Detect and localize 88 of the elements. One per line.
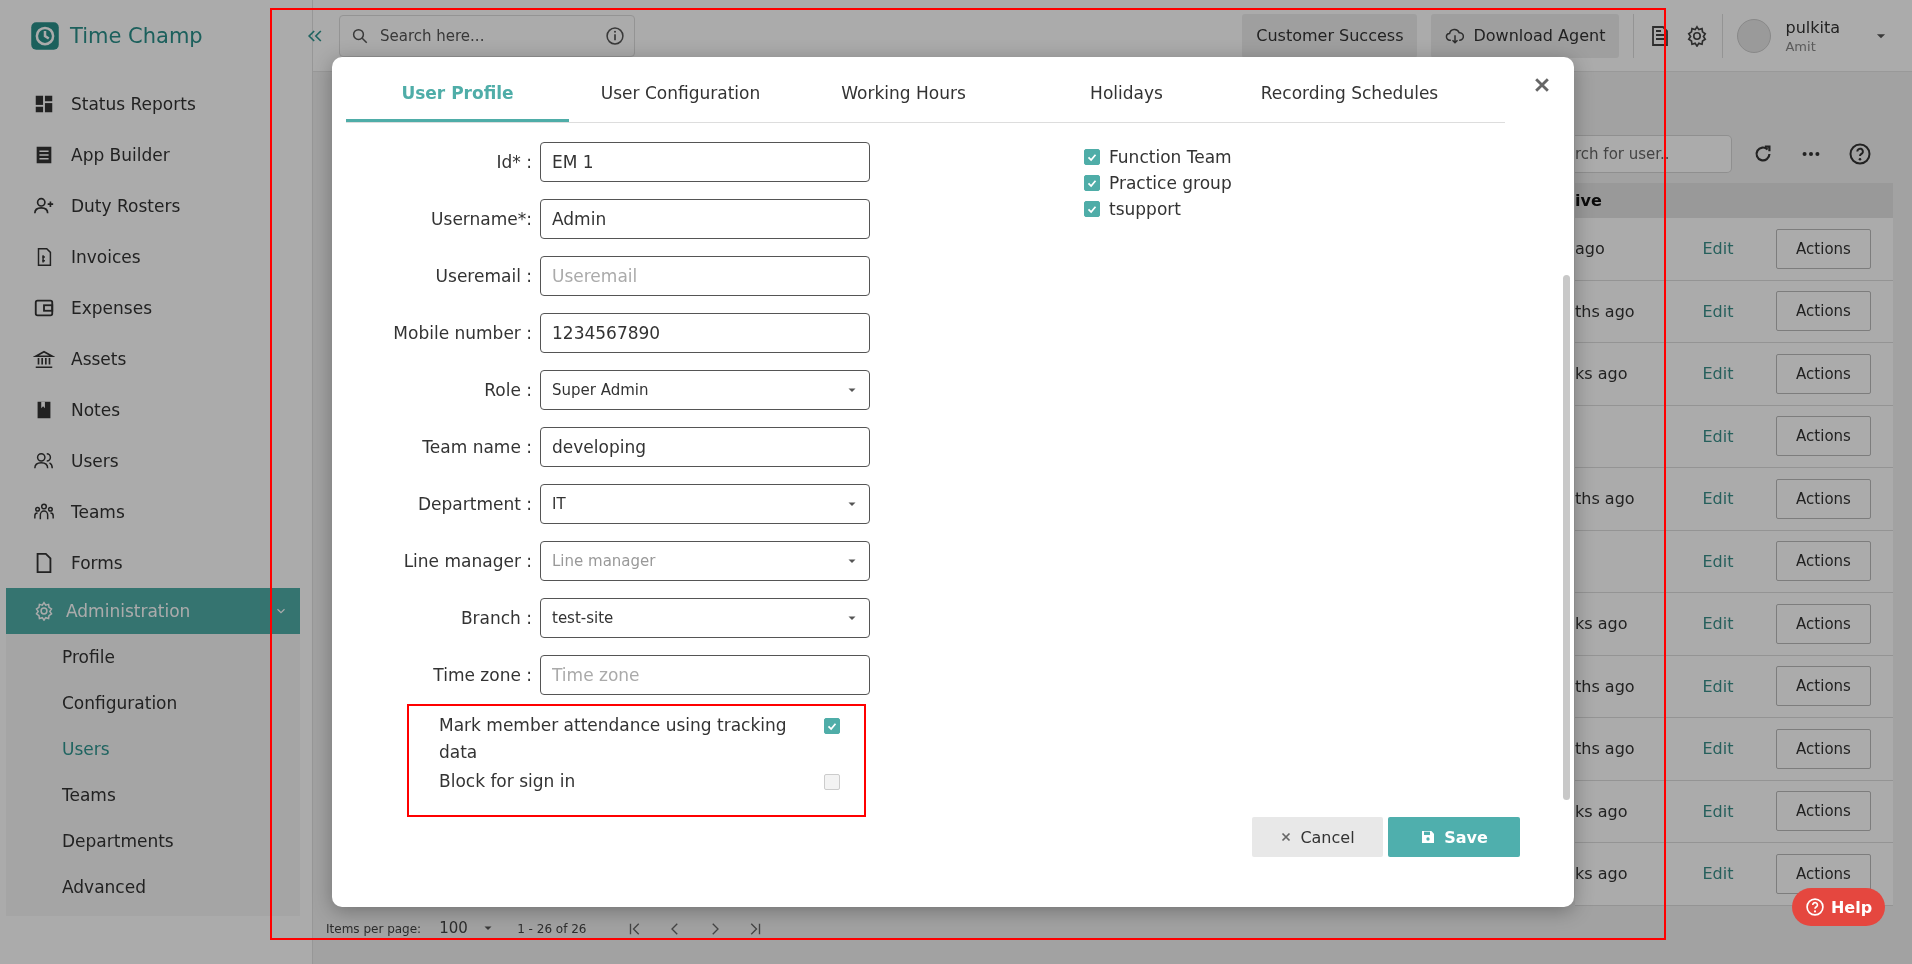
field-label: Team name : [421,437,532,457]
actions-button[interactable]: Actions [1776,416,1871,457]
checkbox[interactable] [1084,175,1100,191]
column-header: ive [1575,191,1602,210]
help-button[interactable]: Help [1792,888,1885,926]
checkbox-label: tsupport [1109,199,1181,219]
checkbox[interactable] [824,718,840,734]
dropdown[interactable]: Super Admin [540,370,870,410]
actions-button[interactable]: Actions [1776,291,1871,332]
submenu-item[interactable]: Profile [6,634,300,680]
table-cell: ths ago [1575,739,1635,759]
sidebar-item[interactable]: App Builder [0,129,312,180]
gear-icon [34,601,54,621]
actions-button[interactable]: Actions [1776,791,1871,832]
sidebar-item[interactable]: Forms [0,537,312,588]
field-label: Department : [417,494,532,514]
user-name: pulkita [1785,17,1840,37]
field-label: Role : [483,380,532,400]
table-cell: ths ago [1575,301,1635,321]
actions-button[interactable]: Actions [1776,353,1871,394]
input-field[interactable]: 1234567890 [540,313,870,353]
info-icon [605,25,625,46]
help-icon[interactable] [1848,142,1872,166]
actions-button[interactable]: Actions [1776,541,1871,582]
items-per-page-label: Items per page: [326,922,422,936]
sidebar-item[interactable]: Status Reports [0,78,312,129]
checkbox-label: Function Team [1109,147,1232,167]
checkbox[interactable] [1084,201,1100,217]
page-range: 1 - 26 of 26 [517,922,587,936]
tab[interactable]: Working Hours [792,57,1015,122]
table-cell: ths ago [1575,489,1635,509]
settings-icon[interactable] [1686,24,1709,47]
sidebar-item[interactable]: Teams [0,486,312,537]
input-field[interactable]: Useremail [540,256,870,296]
sidebar-item[interactable]: Assets [0,333,312,384]
field-label: Time zone : [432,665,532,685]
checkbox[interactable] [824,774,840,790]
checkbox-label: Practice group [1109,173,1232,193]
page-size-dropdown[interactable]: 100 [439,918,500,940]
field-label: Mobile number : [392,323,532,343]
table-cell: ks ago [1575,614,1628,634]
table-cell: ks ago [1575,364,1628,384]
sidebar-item[interactable]: Notes [0,384,312,435]
checkbox-label: Mark member attendance using tracking data [439,714,788,764]
checkbox-label: Block for sign in [439,770,577,793]
actions-button[interactable]: Actions [1776,228,1871,269]
tab[interactable]: Recording Schedules [1238,57,1461,122]
user-subtitle: Amit [1785,38,1817,54]
sidebar-item[interactable]: Duty Rosters [0,180,312,231]
input-field[interactable]: EM 1 [540,142,870,182]
dropdown[interactable]: IT [540,484,870,524]
search-field[interactable]: Search here... [339,14,635,57]
sidebar-item[interactable]: Expenses [0,282,312,333]
table-cell: ks ago [1575,864,1628,884]
table-cell: ago [1575,239,1605,259]
field-label: Useremail : [434,266,532,286]
brand-name: Time Champ [70,24,203,48]
submenu-item[interactable]: Departments [6,818,300,864]
clock-icon [30,21,60,51]
dropdown[interactable]: test-site [540,598,870,638]
tab[interactable]: Holidays [1015,57,1238,122]
sidebar-item[interactable]: Invoices [0,231,312,282]
input-field[interactable]: Time zone [540,655,870,695]
actions-button[interactable]: Actions [1776,666,1871,707]
field-label: Id* : [495,152,532,172]
help-icon [1804,897,1825,917]
search-icon [351,26,369,45]
submenu-item[interactable]: Advanced [6,864,300,910]
scrollbar[interactable] [1563,275,1570,800]
tab[interactable]: User Configuration [569,57,792,122]
field-label: Line manager : [402,551,532,571]
input-field[interactable]: Admin [540,199,870,239]
input-field[interactable]: developing [540,427,870,467]
cancel-button[interactable]: Cancel [1252,817,1383,857]
field-label: Username*: [430,209,532,229]
submenu-item[interactable]: Configuration [6,680,300,726]
actions-button[interactable]: Actions [1776,478,1871,519]
toolbar-button[interactable]: Customer Success [1242,13,1418,58]
table-cell: ths ago [1575,676,1635,696]
sidebar-item[interactable]: Users [0,435,312,486]
checkbox[interactable] [1084,149,1100,165]
actions-button[interactable]: Actions [1776,728,1871,769]
toolbar-button[interactable]: Download Agent [1431,13,1620,58]
submenu-item[interactable]: Teams [6,772,300,818]
actions-button[interactable]: Actions [1776,603,1871,644]
table-cell: ks ago [1575,801,1628,821]
close-icon [1280,831,1293,843]
field-label: Branch : [459,608,532,628]
